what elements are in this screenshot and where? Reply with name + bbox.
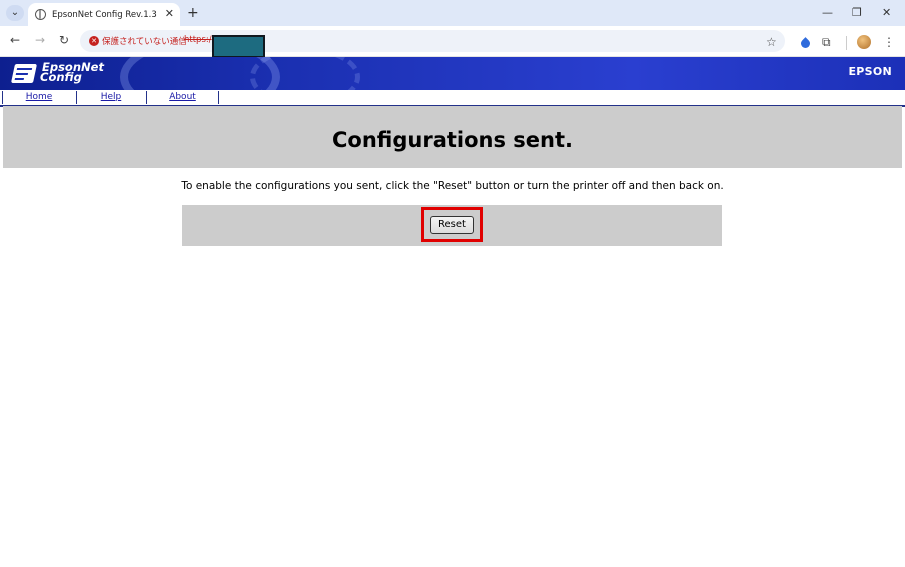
- bookmark-star-icon[interactable]: ☆: [766, 35, 777, 49]
- top-menu: Home Help About: [0, 90, 905, 107]
- not-secure-icon[interactable]: ✕: [89, 36, 99, 46]
- menu-kebab-icon[interactable]: ⋮: [883, 35, 895, 49]
- extensions-puzzle-icon[interactable]: ⧉: [822, 35, 831, 49]
- browser-toolbar: ← → ↻ ✕ 保護されていない通信 https:/ ☆ ⧉ ⋮: [0, 26, 905, 57]
- menu-help-link[interactable]: Help: [77, 90, 145, 105]
- minimize-icon[interactable]: —: [822, 6, 833, 20]
- tab-close-icon[interactable]: ✕: [165, 7, 174, 21]
- tab-search-chevron-icon[interactable]: ⌄: [6, 5, 24, 21]
- restore-icon[interactable]: ❐: [852, 6, 862, 20]
- redacted-url-block: [212, 35, 265, 58]
- back-arrow-icon[interactable]: ←: [10, 33, 20, 47]
- menu-home-link[interactable]: Home: [3, 90, 75, 105]
- new-tab-icon[interactable]: +: [187, 5, 199, 21]
- page-title: Configurations sent.: [332, 128, 573, 152]
- tab-title: EpsonNet Config Rev.1.3: [52, 9, 157, 20]
- browser-tab[interactable]: EpsonNet Config Rev.1.3 ✕: [28, 3, 180, 26]
- epson-brand-logo: EPSON: [848, 65, 892, 78]
- reload-icon[interactable]: ↻: [59, 33, 69, 47]
- globe-icon: [35, 9, 46, 20]
- close-window-icon[interactable]: ✕: [882, 6, 891, 20]
- epsonnet-logo-text: EpsonNet Config: [40, 61, 104, 83]
- toolbar-divider: [846, 36, 847, 50]
- epsonnet-logo-icon: [10, 64, 38, 83]
- menu-divider: [218, 91, 219, 104]
- url-text[interactable]: https:/: [184, 35, 212, 45]
- address-bar[interactable]: ✕ 保護されていない通信 https:/: [80, 30, 785, 52]
- heading-band: Configurations sent.: [3, 106, 902, 168]
- reset-button[interactable]: Reset: [430, 216, 474, 234]
- forward-arrow-icon[interactable]: →: [35, 33, 45, 47]
- tab-strip: ⌄ EpsonNet Config Rev.1.3 ✕ + — ❐ ✕: [0, 0, 905, 26]
- menu-about-link[interactable]: About: [147, 90, 218, 105]
- menu-divider: [2, 91, 3, 104]
- banner-decoration-secondary: [250, 57, 360, 90]
- profile-avatar[interactable]: [857, 35, 871, 49]
- security-warning-label[interactable]: 保護されていない通信: [102, 35, 187, 47]
- epsonnet-banner: EpsonNet Config EPSON: [0, 57, 905, 90]
- reset-instruction-text: To enable the configurations you sent, c…: [181, 180, 724, 192]
